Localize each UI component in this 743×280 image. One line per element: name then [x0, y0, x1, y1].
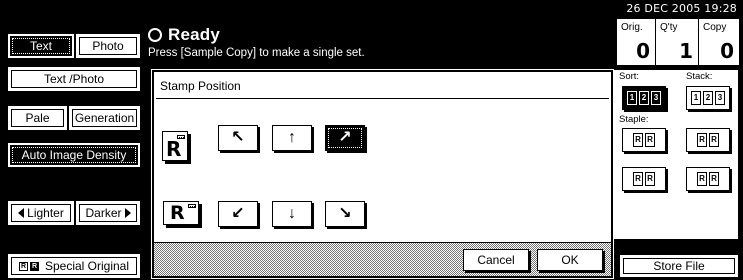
orig-value: 0 — [636, 39, 650, 63]
store-file-label: Store File — [653, 259, 705, 273]
generation-mode-label: Generation — [74, 111, 135, 125]
lighter-arrow-icon — [18, 208, 25, 218]
qty-value: 1 — [679, 39, 693, 63]
staple-double-left-icon: RR — [632, 172, 656, 186]
lighter-button[interactable]: Lighter — [8, 201, 74, 225]
date-time: 26 DEC 2005 19:28 — [626, 2, 737, 15]
pale-mode-label: Pale — [25, 111, 50, 125]
arrow-down-icon: ↓ — [288, 205, 296, 222]
position-up-button[interactable]: ↑ — [272, 125, 312, 151]
originals-counter: Orig. 0 — [617, 19, 655, 65]
ready-status-text: Ready — [168, 25, 221, 44]
darker-button[interactable]: Darker — [76, 201, 140, 225]
arrow-down-left-icon: ↙ — [231, 205, 245, 222]
stack-pages-icon: 123 — [690, 91, 726, 105]
ready-indicator-icon — [148, 28, 162, 42]
arrow-up-left-icon: ↖ — [231, 129, 245, 146]
darker-arrow-icon — [124, 208, 131, 218]
staple-top-right-button[interactable]: RR — [686, 128, 730, 152]
sort-button[interactable]: 123 — [622, 86, 666, 110]
quantity-counter: Q'ty 1 — [656, 19, 698, 65]
ok-label: OK — [561, 253, 579, 267]
text-photo-mode-label: Text /Photo — [43, 72, 105, 86]
sort-pages-icon: 123 — [626, 91, 662, 105]
arrow-up-right-icon: ↗ — [338, 129, 352, 146]
title-divider — [156, 98, 609, 99]
cancel-button[interactable]: Cancel — [463, 249, 529, 271]
status-message: Press [Sample Copy] to make a single set… — [148, 47, 365, 59]
position-down-left-button[interactable]: ↙ — [218, 201, 258, 227]
auto-image-density-button[interactable]: Auto Image Density — [8, 143, 140, 167]
special-original-icon: R R — [18, 261, 39, 271]
position-down-button[interactable]: ↓ — [272, 201, 312, 227]
arrow-down-right-icon: ↘ — [338, 205, 352, 222]
cancel-label: Cancel — [477, 253, 515, 267]
stamp-letter: R — [170, 202, 185, 224]
position-down-right-button[interactable]: ↘ — [325, 201, 365, 227]
copy-value: 0 — [720, 39, 734, 63]
finisher-panel: Sort: Stack: 123 123 Staple: RR RR RR RR — [614, 70, 738, 239]
stamp-mark-icon — [188, 204, 196, 208]
photo-mode-label: Photo — [92, 39, 124, 53]
staple-double-left-button[interactable]: RR — [622, 167, 666, 191]
stamp-position-panel: Stamp Position R R ↖ ↑ ↗ ↙ ↓ ↘ Cancel OK — [151, 69, 614, 279]
stack-button[interactable]: 123 — [686, 86, 730, 110]
stamp-letter: R — [166, 137, 182, 161]
text-mode-label: Text — [29, 39, 52, 53]
staple-top-left-icon: RR — [632, 133, 656, 147]
photo-mode-button[interactable]: Photo — [76, 34, 140, 58]
qty-label: Q'ty — [660, 22, 678, 33]
lighter-label: Lighter — [27, 206, 64, 220]
staple-double-top-icon: RR — [696, 172, 720, 186]
position-up-left-button[interactable]: ↖ — [218, 125, 258, 151]
panel-footer: Cancel OK — [154, 242, 611, 276]
stack-label: Stack: — [686, 71, 713, 82]
staple-top-left-button[interactable]: RR — [622, 128, 666, 152]
special-original-button[interactable]: R R Special Original — [8, 254, 140, 278]
staple-double-top-button[interactable]: RR — [686, 167, 730, 191]
auto-image-density-label: Auto Image Density — [21, 148, 127, 162]
stamp-top-position-icon: R — [162, 131, 188, 161]
special-original-label: Special Original — [44, 259, 130, 273]
staple-top-right-icon: RR — [696, 133, 720, 147]
orig-label: Orig. — [621, 22, 643, 33]
left-panel: Text Photo Text /Photo Pale Generation A… — [0, 0, 145, 280]
copy-counter: Copy 0 — [699, 19, 739, 65]
store-file-button[interactable]: Store File — [620, 255, 738, 277]
position-up-right-button[interactable]: ↗ — [325, 125, 365, 151]
copy-label: Copy — [703, 22, 727, 33]
text-mode-button[interactable]: Text — [8, 34, 74, 58]
stamp-bottom-position-icon: R — [163, 201, 199, 225]
status-header: Ready Press [Sample Copy] to make a sing… — [148, 25, 608, 62]
darker-label: Darker — [85, 206, 122, 220]
staple-label: Staple: — [619, 114, 649, 125]
ok-button[interactable]: OK — [537, 249, 603, 271]
panel-title: Stamp Position — [160, 79, 241, 93]
sort-label: Sort: — [619, 71, 640, 82]
generation-mode-button[interactable]: Generation — [69, 106, 140, 130]
arrow-up-icon: ↑ — [288, 129, 296, 146]
text-photo-mode-button[interactable]: Text /Photo — [8, 67, 140, 91]
pale-mode-button[interactable]: Pale — [8, 106, 67, 130]
